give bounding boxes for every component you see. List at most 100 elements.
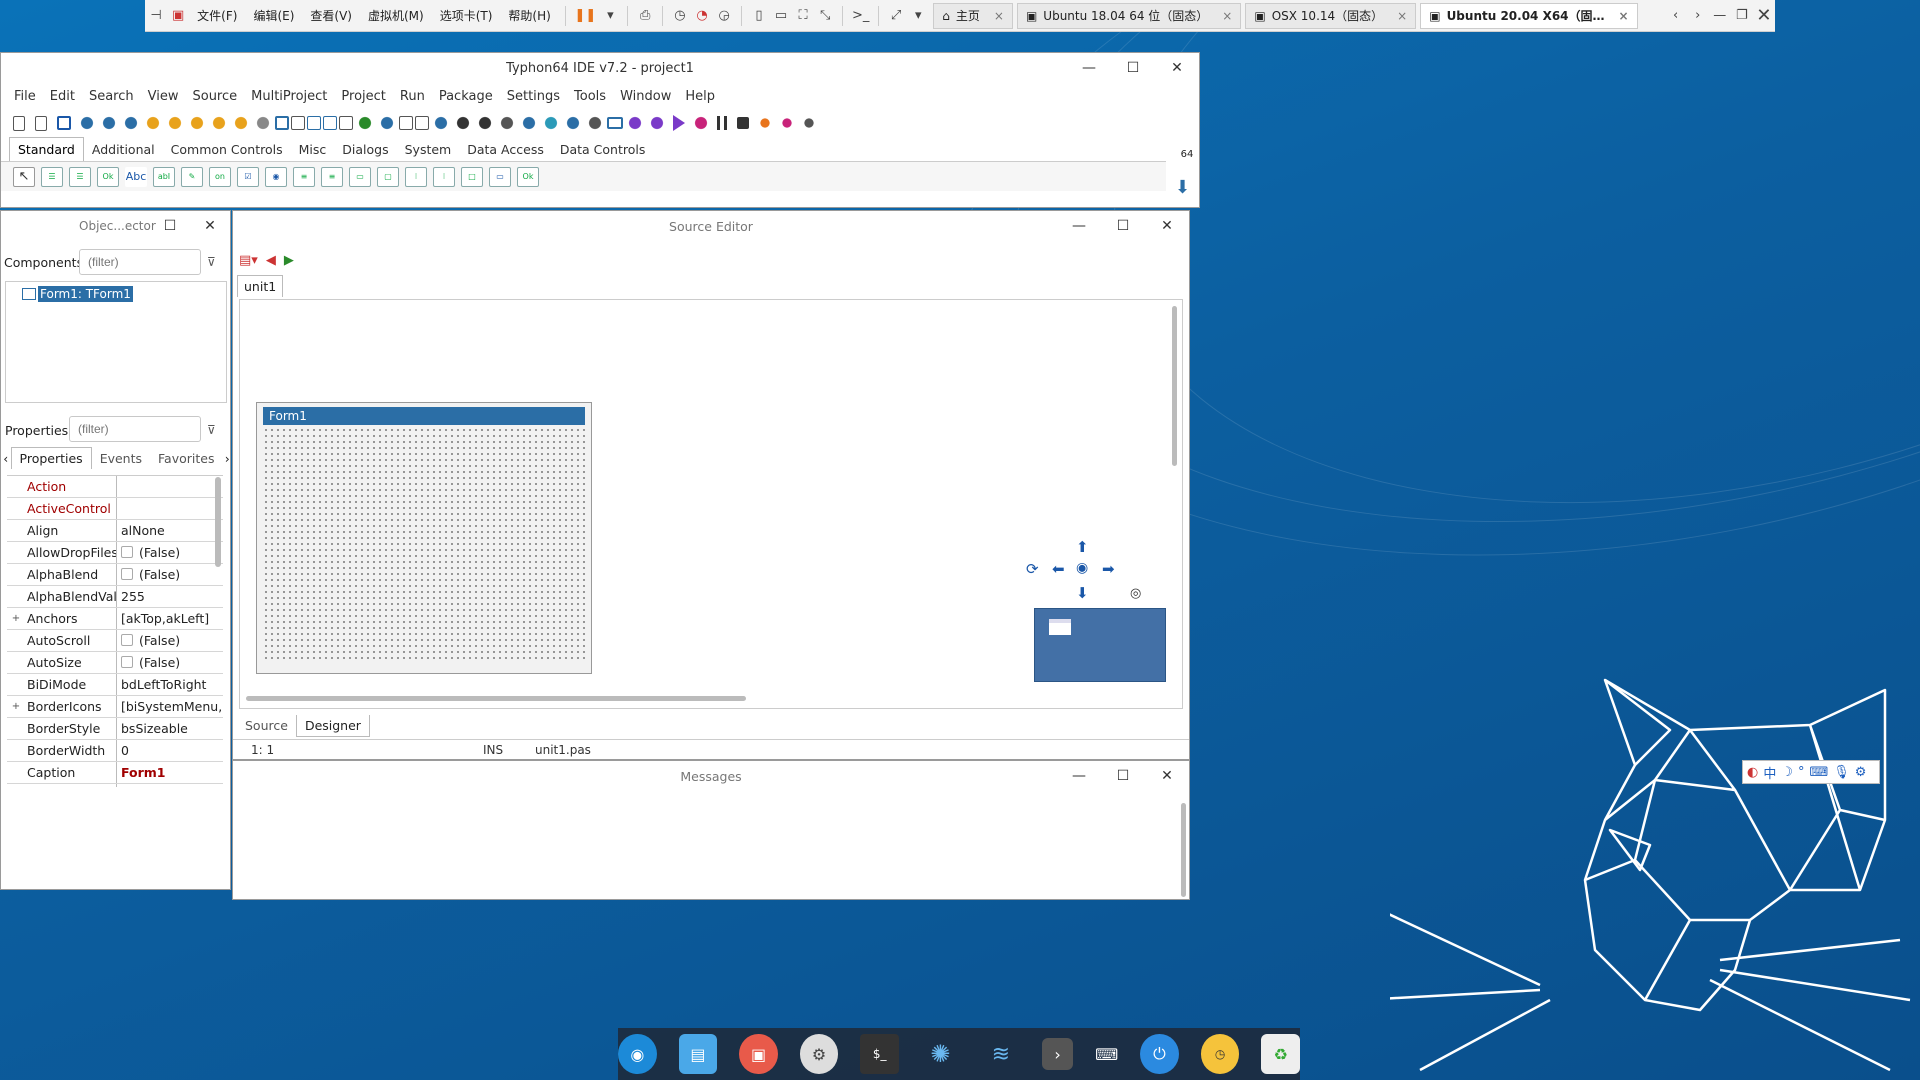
multiproject-icon[interactable] bbox=[399, 116, 413, 130]
step-out-icon[interactable] bbox=[799, 113, 819, 133]
eye-icon[interactable]: ◎ bbox=[1130, 586, 1141, 601]
vm-tab-ubuntu18[interactable]: ▣ Ubuntu 18.04 64 位（固态） × bbox=[1016, 2, 1242, 29]
menu-package[interactable]: Package bbox=[432, 89, 500, 104]
nav-right-icon[interactable]: ➡ bbox=[1102, 560, 1115, 578]
property-value[interactable]: 255 bbox=[117, 586, 223, 607]
tools-icon[interactable] bbox=[585, 113, 605, 133]
nav-left-icon[interactable]: ⬅ bbox=[1052, 560, 1065, 578]
property-value[interactable]: (False) bbox=[117, 652, 223, 673]
pin-icon[interactable]: ⊣ bbox=[148, 5, 164, 27]
property-row[interactable]: Align alNone bbox=[7, 520, 223, 542]
send-keys-icon[interactable]: ⎙ bbox=[637, 5, 653, 27]
sidebar-toggle-icon[interactable]: ▯ bbox=[751, 5, 767, 27]
save-all-icon[interactable] bbox=[253, 113, 273, 133]
selection-pointer-icon[interactable]: ↖ bbox=[13, 166, 35, 187]
run-settings-icon[interactable] bbox=[475, 113, 495, 133]
find-icon[interactable] bbox=[121, 113, 141, 133]
tab-properties[interactable]: Properties bbox=[10, 447, 92, 469]
compile-icon[interactable] bbox=[415, 116, 429, 130]
launcher-icon[interactable]: ◉ bbox=[618, 1034, 657, 1074]
close-icon[interactable]: × bbox=[1397, 9, 1407, 23]
checkbox[interactable] bbox=[121, 546, 133, 558]
new-unit-icon[interactable] bbox=[35, 115, 47, 131]
tradiobutton-icon[interactable]: ◉ bbox=[265, 166, 287, 187]
pause-icon[interactable] bbox=[717, 116, 727, 130]
menu-view[interactable]: View bbox=[141, 89, 186, 104]
property-row[interactable]: BorderWidth 0 bbox=[7, 740, 223, 762]
tab-scroll-left-icon[interactable]: ‹ bbox=[1, 451, 11, 466]
run-debug-icon[interactable] bbox=[691, 113, 711, 133]
maximize-icon[interactable]: ☐ bbox=[1101, 768, 1145, 784]
chevron-down-icon[interactable]: ▾ bbox=[910, 5, 926, 27]
vm-tab-osx[interactable]: ▣ OSX 10.14（固态） × bbox=[1245, 2, 1417, 29]
monitor-icon[interactable] bbox=[607, 117, 623, 129]
build-mode-icon[interactable] bbox=[497, 113, 517, 133]
tab-misc[interactable]: Misc bbox=[291, 138, 335, 161]
tree-item-form1[interactable]: Form1: TForm1 bbox=[22, 286, 133, 302]
components-filter-input[interactable] bbox=[79, 249, 201, 275]
tab-standard[interactable]: Standard bbox=[9, 137, 84, 161]
ttogglebox-icon[interactable]: on bbox=[209, 166, 231, 187]
pause-icon[interactable]: ❚❚ bbox=[575, 5, 597, 27]
toggle-form-icon[interactable] bbox=[291, 116, 305, 130]
property-value[interactable]: bdLeftToRight bbox=[117, 674, 223, 695]
package-settings-icon[interactable] bbox=[209, 113, 229, 133]
menu-search[interactable]: Search bbox=[82, 89, 141, 104]
property-value[interactable]: Form1 bbox=[117, 762, 223, 783]
restore-icon[interactable]: ❐ bbox=[1734, 5, 1750, 27]
property-row[interactable]: + BorderIcons [biSystemMenu,b bbox=[7, 696, 223, 718]
property-value[interactable]: (False) bbox=[117, 630, 223, 651]
property-row[interactable]: Action bbox=[7, 476, 223, 498]
tab-system[interactable]: System bbox=[397, 138, 460, 161]
tab-data-access[interactable]: Data Access bbox=[459, 138, 552, 161]
build-icon[interactable] bbox=[431, 113, 451, 133]
ime-chinese-icon[interactable]: 中 bbox=[1763, 763, 1776, 782]
close-icon[interactable]: ✕ bbox=[1756, 5, 1772, 27]
property-row[interactable]: BiDiMode bdLeftToRight bbox=[7, 674, 223, 696]
menu-help[interactable]: Help bbox=[678, 89, 722, 104]
open-recent-icon[interactable] bbox=[99, 113, 119, 133]
minimize-icon[interactable]: — bbox=[1712, 5, 1728, 27]
project-inspector-icon[interactable] bbox=[377, 113, 397, 133]
tcheckgroup-icon[interactable]: ⁝ bbox=[433, 166, 455, 187]
close-icon[interactable]: ✕ bbox=[1155, 60, 1199, 76]
keyboard-icon[interactable]: ⌨ bbox=[1095, 1034, 1118, 1074]
tab-scroll-left-icon[interactable]: ‹ bbox=[1668, 5, 1684, 27]
tlabel-icon[interactable]: Abc bbox=[125, 166, 147, 187]
menu-project[interactable]: Project bbox=[334, 89, 392, 104]
nav-down-icon[interactable]: ⬇ bbox=[1076, 584, 1089, 602]
vm-menu-view[interactable]: 查看(V) bbox=[302, 7, 360, 24]
vm-menu-file[interactable]: 文件(F) bbox=[189, 7, 245, 24]
screen-recorder-icon[interactable]: ▣ bbox=[739, 1034, 778, 1074]
property-value[interactable]: (TControlChildSiz bbox=[117, 784, 223, 787]
tradiogroup-icon[interactable]: ⁝ bbox=[405, 166, 427, 187]
property-grid-scrollbar[interactable] bbox=[215, 477, 221, 567]
open-icon[interactable] bbox=[77, 113, 97, 133]
maximize-icon[interactable]: ☐ bbox=[1101, 218, 1145, 234]
tab-favorites[interactable]: Favorites bbox=[150, 448, 222, 469]
property-value[interactable]: (False) bbox=[117, 564, 223, 585]
step-over-icon[interactable] bbox=[777, 113, 797, 133]
connection-icon[interactable] bbox=[541, 113, 561, 133]
minimize-icon[interactable]: — bbox=[1057, 768, 1101, 784]
fullscreen-icon[interactable]: ⛶ bbox=[795, 5, 811, 27]
gear-icon[interactable]: ⚙ bbox=[1855, 765, 1867, 780]
database-icon[interactable] bbox=[519, 113, 539, 133]
minimize-icon[interactable]: — bbox=[1057, 218, 1101, 234]
punctuation-icon[interactable]: ° bbox=[1798, 765, 1805, 780]
close-icon[interactable]: ✕ bbox=[1145, 218, 1189, 234]
tedit-icon[interactable]: abI bbox=[153, 166, 175, 187]
package-add-icon[interactable] bbox=[187, 113, 207, 133]
tbutton-icon[interactable]: Ok bbox=[97, 166, 119, 187]
menu-run[interactable]: Run bbox=[393, 89, 432, 104]
microphone-icon[interactable]: 🎙 bbox=[1833, 765, 1850, 780]
close-icon[interactable]: ✕ bbox=[190, 218, 230, 234]
menu-tools[interactable]: Tools bbox=[567, 89, 613, 104]
package-open-icon[interactable] bbox=[165, 113, 185, 133]
vm-menu-tabs[interactable]: 选项卡(T) bbox=[432, 7, 501, 24]
checkbox[interactable] bbox=[121, 568, 133, 580]
property-row[interactable]: +ChildSizing(TControlChildSiz bbox=[7, 784, 223, 787]
tscrollbar-icon[interactable]: ▭ bbox=[349, 166, 371, 187]
property-value[interactable]: [akTop,akLeft] bbox=[117, 608, 223, 629]
menu-edit[interactable]: Edit bbox=[43, 89, 82, 104]
